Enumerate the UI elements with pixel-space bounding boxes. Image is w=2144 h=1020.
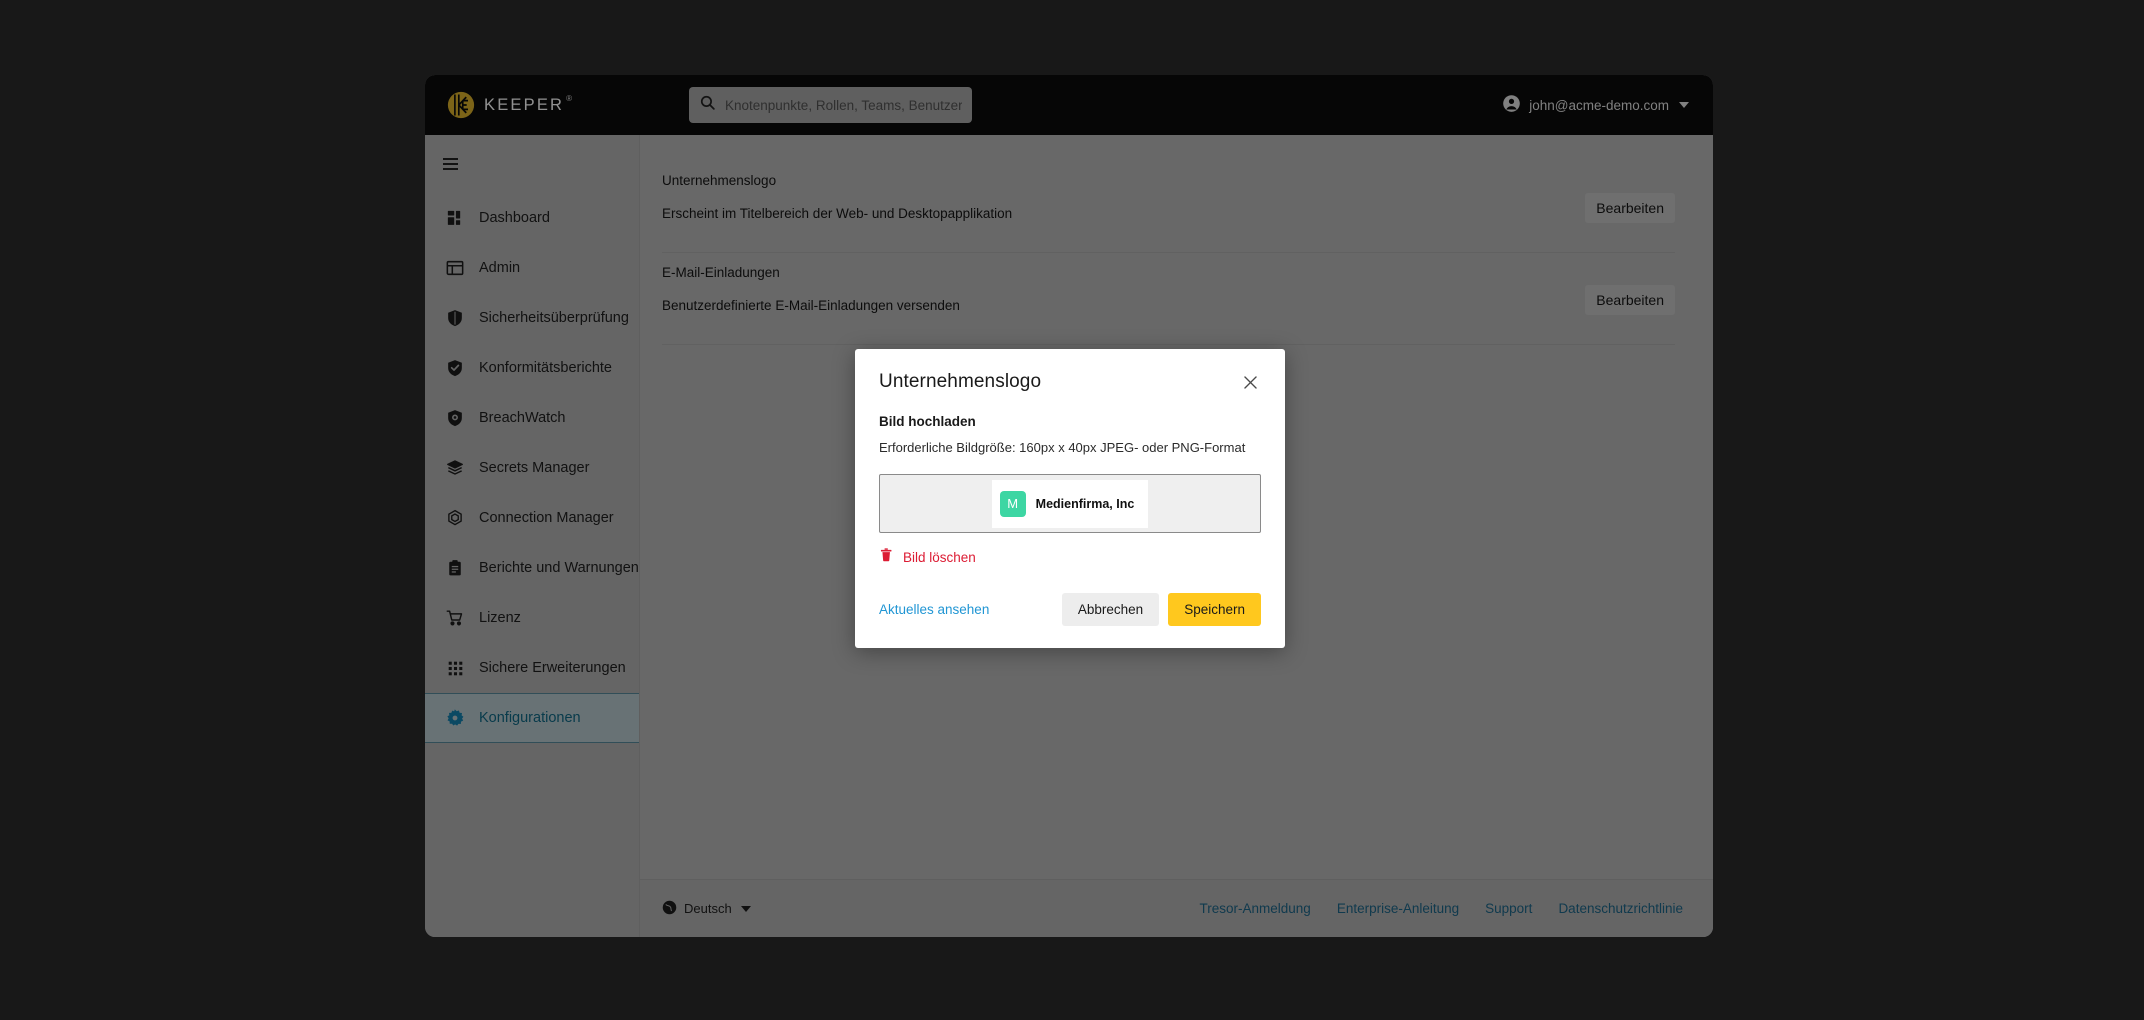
cancel-button[interactable]: Abbrechen — [1061, 593, 1160, 626]
logo-preview-dropzone[interactable]: M Medienfirma, Inc — [879, 474, 1261, 533]
company-logo-dialog: Unternehmenslogo Bild hochladen Erforder… — [855, 349, 1285, 648]
save-button[interactable]: Speichern — [1168, 593, 1261, 626]
logo-preview-image: M Medienfirma, Inc — [991, 479, 1149, 528]
delete-image-button[interactable]: Bild löschen — [879, 547, 1261, 568]
company-avatar: M — [999, 490, 1026, 517]
delete-image-label: Bild löschen — [903, 550, 976, 565]
dialog-actions: Abbrechen Speichern — [1061, 593, 1261, 626]
upload-size-hint: Erforderliche Bildgröße: 160px x 40px JP… — [879, 440, 1246, 455]
close-x-icon[interactable] — [1239, 371, 1261, 393]
dialog-title: Unternehmenslogo — [879, 371, 1042, 392]
upload-section-label: Bild hochladen — [879, 414, 976, 429]
dialog-footer: Aktuelles ansehen Abbrechen Speichern — [879, 593, 1261, 626]
trash-icon — [879, 547, 894, 568]
view-current-link[interactable]: Aktuelles ansehen — [879, 602, 989, 617]
desktop-backdrop: KEEPER ® Knotenpunkte, Rollen, Teams, Be… — [0, 0, 2144, 1020]
dialog-header: Unternehmenslogo — [879, 371, 1261, 393]
company-name-label: Medienfirma, Inc — [1035, 496, 1135, 511]
